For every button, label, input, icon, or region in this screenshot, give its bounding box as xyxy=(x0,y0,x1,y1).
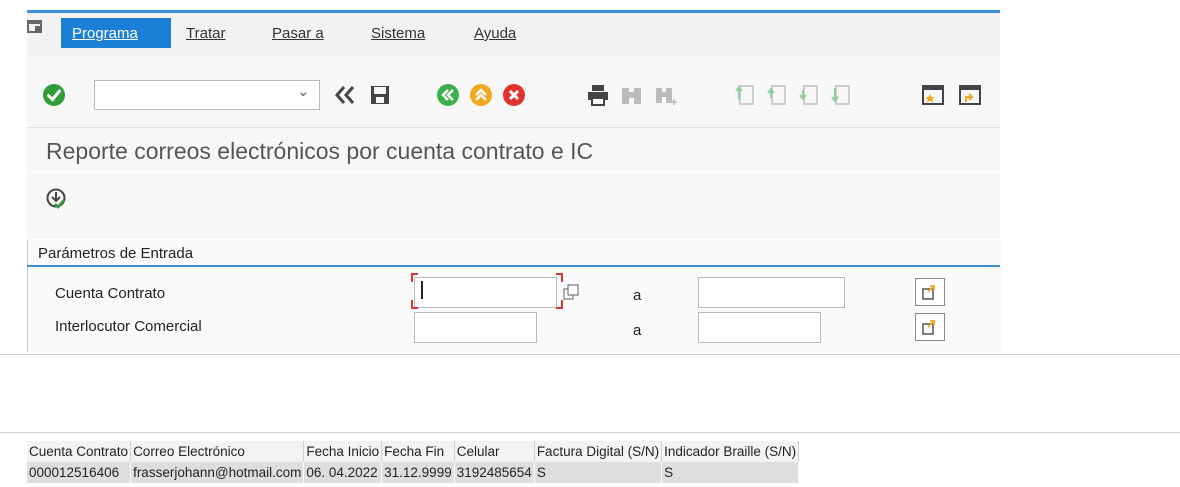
cancel-icon[interactable] xyxy=(499,80,529,110)
menu-item-ayuda[interactable]: Ayuda xyxy=(474,25,516,42)
exit-icon[interactable] xyxy=(466,80,496,110)
cuenta-contrato-to-label: a xyxy=(633,287,642,304)
table-cell: S xyxy=(534,462,663,483)
table-cell: S xyxy=(661,462,800,483)
column-header[interactable]: Cuenta Contrato xyxy=(27,441,132,462)
next-page-icon[interactable] xyxy=(794,80,824,110)
table-cell: 3192485654 xyxy=(454,462,535,483)
multiple-selection-button[interactable] xyxy=(915,278,945,306)
find-next-icon[interactable] xyxy=(651,80,681,110)
cuenta-contrato-label: Cuenta Contrato xyxy=(55,285,166,302)
menu-item-sistema[interactable]: Sistema xyxy=(371,25,425,42)
multiple-selection-icon xyxy=(922,285,935,300)
find-icon[interactable] xyxy=(617,80,647,110)
interlocutor-comercial-label: Interlocutor Comercial xyxy=(55,318,202,335)
create-session-icon[interactable] xyxy=(918,80,948,110)
column-header[interactable]: Correo Electrónico xyxy=(130,441,305,462)
chevron-down-icon[interactable]: ⌄ xyxy=(297,82,310,100)
confirm-icon[interactable] xyxy=(39,80,69,110)
table-cell: 31.12.9999 xyxy=(381,462,455,483)
focus-bracket xyxy=(411,273,563,309)
save-icon[interactable] xyxy=(365,80,395,110)
multiple-selection-icon xyxy=(922,320,935,335)
table-row[interactable]: 000012516406 frasserjohann@hotmail.com 0… xyxy=(27,462,800,483)
back-icon[interactable] xyxy=(433,80,463,110)
table-header-row: Cuenta Contrato Correo Electrónico Fecha… xyxy=(27,441,800,462)
menu-item-programa[interactable]: Programa xyxy=(72,25,138,42)
interlocutor-comercial-to-label: a xyxy=(633,322,642,339)
menu-item-tratar[interactable]: Tratar xyxy=(186,25,225,42)
column-header[interactable]: Fecha Inicio xyxy=(303,441,383,462)
previous-page-icon[interactable] xyxy=(762,80,792,110)
interlocutor-comercial-from-input[interactable] xyxy=(414,312,537,343)
table-cell: 06. 04.2022 xyxy=(303,462,383,483)
table-cell: 000012516406 xyxy=(27,462,132,483)
back-double-icon[interactable] xyxy=(330,80,360,110)
shortcut-icon[interactable] xyxy=(955,80,985,110)
value-help-icon[interactable] xyxy=(563,284,579,300)
column-header[interactable]: Factura Digital (S/N) xyxy=(534,441,663,462)
page-title: Reporte correos electrónicos por cuenta … xyxy=(46,138,594,164)
text-cursor xyxy=(421,281,423,299)
interlocutor-comercial-to-input[interactable] xyxy=(698,312,821,343)
last-page-icon[interactable] xyxy=(826,80,856,110)
column-header[interactable]: Fecha Fin xyxy=(381,441,455,462)
column-header[interactable]: Indicador Braille (S/N) xyxy=(661,441,800,462)
menu-expand-icon[interactable] xyxy=(27,19,43,35)
menu-item-pasar-a[interactable]: Pasar a xyxy=(272,25,324,42)
application-toolbar xyxy=(27,173,1000,239)
frame-title-underline xyxy=(27,265,1000,267)
result-table: Cuenta Contrato Correo Electrónico Fecha… xyxy=(27,441,800,483)
column-header[interactable]: Celular xyxy=(454,441,535,462)
execute-icon[interactable] xyxy=(45,187,69,216)
divider xyxy=(0,432,1180,433)
command-field[interactable] xyxy=(94,80,320,110)
divider xyxy=(0,354,1180,355)
cuenta-contrato-to-input[interactable] xyxy=(698,277,845,308)
table-cell: frasserjohann@hotmail.com xyxy=(130,462,305,483)
print-icon[interactable] xyxy=(583,80,613,110)
multiple-selection-button[interactable] xyxy=(915,313,945,341)
parameters-frame-title: Parámetros de Entrada xyxy=(38,245,194,262)
first-page-icon[interactable] xyxy=(730,80,760,110)
